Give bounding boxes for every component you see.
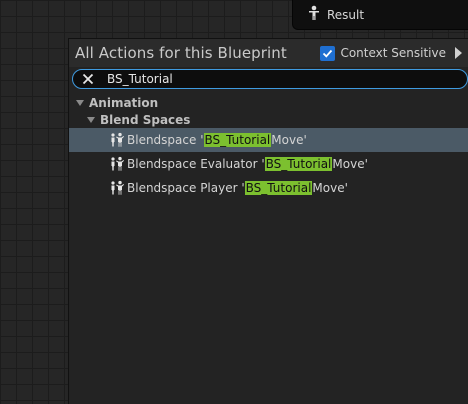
action-item[interactable]: Blendspace ' BS_Tutorial Move' [69,128,468,152]
expand-arrow-icon[interactable] [455,47,462,59]
collapse-arrow-icon[interactable] [76,99,84,106]
blendspace-icon [109,180,125,196]
category-blend-spaces[interactable]: Blend Spaces [69,111,468,128]
checkmark-icon [323,49,333,58]
action-item-prefix: Blendspace Evaluator ' [127,157,265,171]
result-node-label: Result [327,7,365,22]
search-match-highlight: BS_Tutorial [244,181,313,195]
action-item-prefix: Blendspace Player ' [127,181,245,195]
blendspace-icon [109,156,125,172]
clear-search-icon[interactable] [79,70,97,88]
context-sensitive-label: Context Sensitive [340,46,446,60]
collapse-arrow-icon[interactable] [87,116,95,123]
context-sensitive-toggle[interactable]: Context Sensitive [320,45,462,61]
action-item[interactable]: Blendspace Player ' BS_Tutorial Move' [69,176,468,200]
search-match-highlight: BS_Tutorial [264,157,333,171]
action-menu-title: All Actions for this Blueprint [75,44,287,62]
search-input[interactable] [107,72,407,86]
action-item-prefix: Blendspace ' [127,133,204,147]
category-animation[interactable]: Animation [69,94,468,111]
category-label: Blend Spaces [100,112,191,127]
person-icon [307,5,321,25]
context-sensitive-checkbox[interactable] [320,45,336,61]
action-tree: Animation Blend Spaces Blendspace ' BS_Tu… [69,94,468,200]
action-item-suffix: Move' [312,181,348,195]
action-item-suffix: Move' [332,157,368,171]
action-menu: All Actions for this Blueprint Context S… [68,38,468,404]
result-node[interactable]: Result [292,0,468,30]
category-label: Animation [89,95,159,110]
action-item-suffix: Move' [271,133,307,147]
action-item[interactable]: Blendspace Evaluator ' BS_Tutorial Move' [69,152,468,176]
action-menu-header: All Actions for this Blueprint Context S… [69,39,468,67]
search-box [72,69,468,89]
blendspace-icon [109,132,125,148]
search-match-highlight: BS_Tutorial [203,133,272,147]
